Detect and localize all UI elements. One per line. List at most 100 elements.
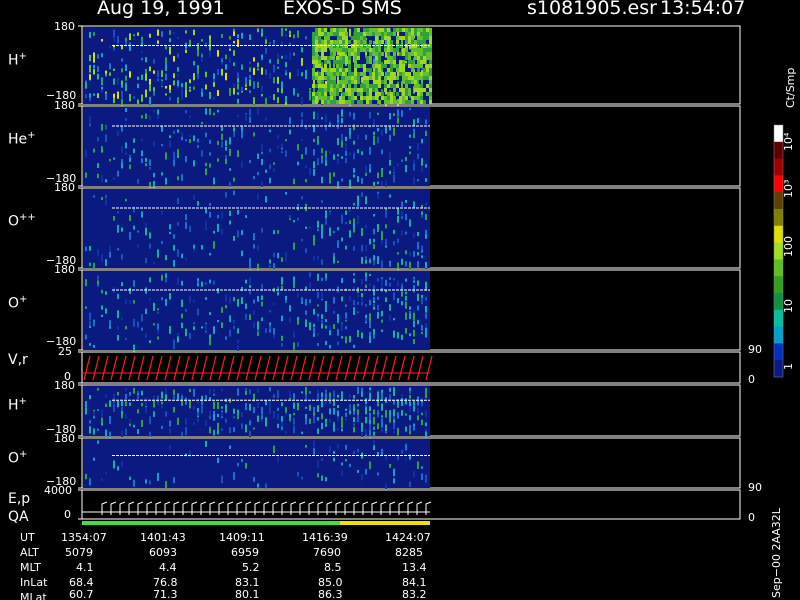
flux-cell: [221, 141, 223, 148]
flux-cell: [421, 215, 423, 218]
flux-cell: [327, 88, 330, 92]
flux-cell: [101, 289, 103, 294]
flux-cell: [405, 32, 408, 36]
flux-cell: [193, 388, 195, 397]
flux-cell: [321, 88, 324, 92]
flux-cell: [381, 279, 383, 287]
flux-cell: [385, 51, 387, 58]
flux-cell: [297, 342, 299, 347]
flux-cell: [181, 396, 183, 399]
flux-cell: [277, 407, 279, 412]
flux-cell: [396, 76, 399, 80]
flux-cell: [348, 64, 351, 68]
flux-cell: [393, 91, 395, 97]
flux-cell: [89, 31, 91, 38]
flux-cell: [233, 427, 235, 432]
flux-cell: [361, 293, 363, 298]
flux-cell: [354, 76, 357, 80]
flux-cell: [241, 32, 243, 39]
flux-cell: [213, 73, 215, 79]
flux-cell: [237, 339, 239, 344]
flux-cell: [149, 416, 151, 425]
flux-cell: [390, 80, 393, 84]
flux-cell: [397, 109, 399, 117]
flux-cell: [261, 414, 263, 420]
flux-cell: [348, 68, 351, 72]
flux-cell: [301, 196, 303, 200]
flux-cell: [145, 163, 147, 167]
flux-cell: [413, 320, 415, 328]
flux-cell: [225, 418, 227, 423]
flux-cell: [145, 333, 147, 339]
flux-cell: [285, 96, 287, 103]
flux-cell: [336, 56, 339, 60]
flux-cell: [417, 52, 420, 56]
y-tick: 0: [64, 508, 71, 521]
flux-cell: [117, 130, 119, 137]
flux-cell: [393, 409, 395, 417]
flux-cell: [393, 330, 395, 338]
flux-cell: [378, 32, 381, 36]
flux-cell: [377, 311, 379, 319]
flux-cell: [201, 88, 203, 93]
flux-cell: [101, 254, 103, 262]
y-tick: 180: [54, 263, 75, 276]
flux-cell: [357, 409, 359, 415]
flux-cell: [225, 404, 227, 409]
flux-cell: [420, 64, 423, 68]
flux-cell: [181, 401, 183, 406]
flux-cell: [341, 462, 343, 466]
flux-cell: [309, 322, 311, 331]
flux-cell: [390, 72, 393, 76]
flux-cell: [113, 460, 115, 469]
flux-cell: [217, 223, 219, 232]
flux-cell: [221, 475, 223, 484]
flux-cell: [321, 158, 323, 164]
flux-cell: [273, 252, 275, 258]
flux-cell: [366, 88, 369, 92]
flux-cell: [429, 92, 432, 96]
flux-cell: [157, 395, 159, 403]
flux-cell: [125, 82, 127, 85]
flux-cell: [357, 195, 359, 200]
flux-cell: [324, 60, 327, 64]
flux-cell: [209, 252, 211, 256]
flux-cell: [321, 28, 324, 32]
flux-cell: [285, 72, 287, 76]
flux-cell: [327, 32, 330, 36]
flux-cell: [321, 200, 323, 203]
flux-cell: [339, 68, 342, 72]
flux-cell: [365, 260, 367, 264]
flux-cell: [205, 227, 207, 231]
flux-cell: [378, 84, 381, 88]
flux-cell: [361, 473, 363, 481]
flux-cell: [408, 52, 411, 56]
flux-cell: [213, 280, 215, 285]
flux-cell: [221, 133, 223, 141]
flux-cell: [357, 36, 360, 40]
flux-cell: [157, 70, 159, 78]
flux-cell: [105, 429, 107, 438]
flux-cell: [345, 136, 347, 141]
flux-cell: [137, 244, 139, 248]
panel-label-ep: E,p: [8, 491, 31, 507]
flux-cell: [261, 28, 263, 34]
flux-cell: [241, 64, 243, 67]
flux-cell: [101, 478, 103, 481]
flux-cell: [387, 56, 390, 60]
flux-cell: [333, 40, 336, 44]
flux-cell: [405, 84, 408, 88]
flux-cell: [369, 68, 372, 72]
footer-alt: 8285: [395, 546, 423, 559]
flux-cell: [365, 134, 367, 140]
flux-cell: [417, 84, 420, 88]
flux-cell: [393, 166, 395, 173]
flux-cell: [330, 48, 333, 52]
flux-cell: [333, 297, 335, 304]
flux-cell: [402, 100, 405, 104]
flux-cell: [265, 39, 267, 44]
flux-cell: [101, 314, 103, 317]
flux-cell: [253, 57, 255, 62]
flux-cell: [161, 297, 163, 301]
flux-cell: [369, 283, 371, 286]
